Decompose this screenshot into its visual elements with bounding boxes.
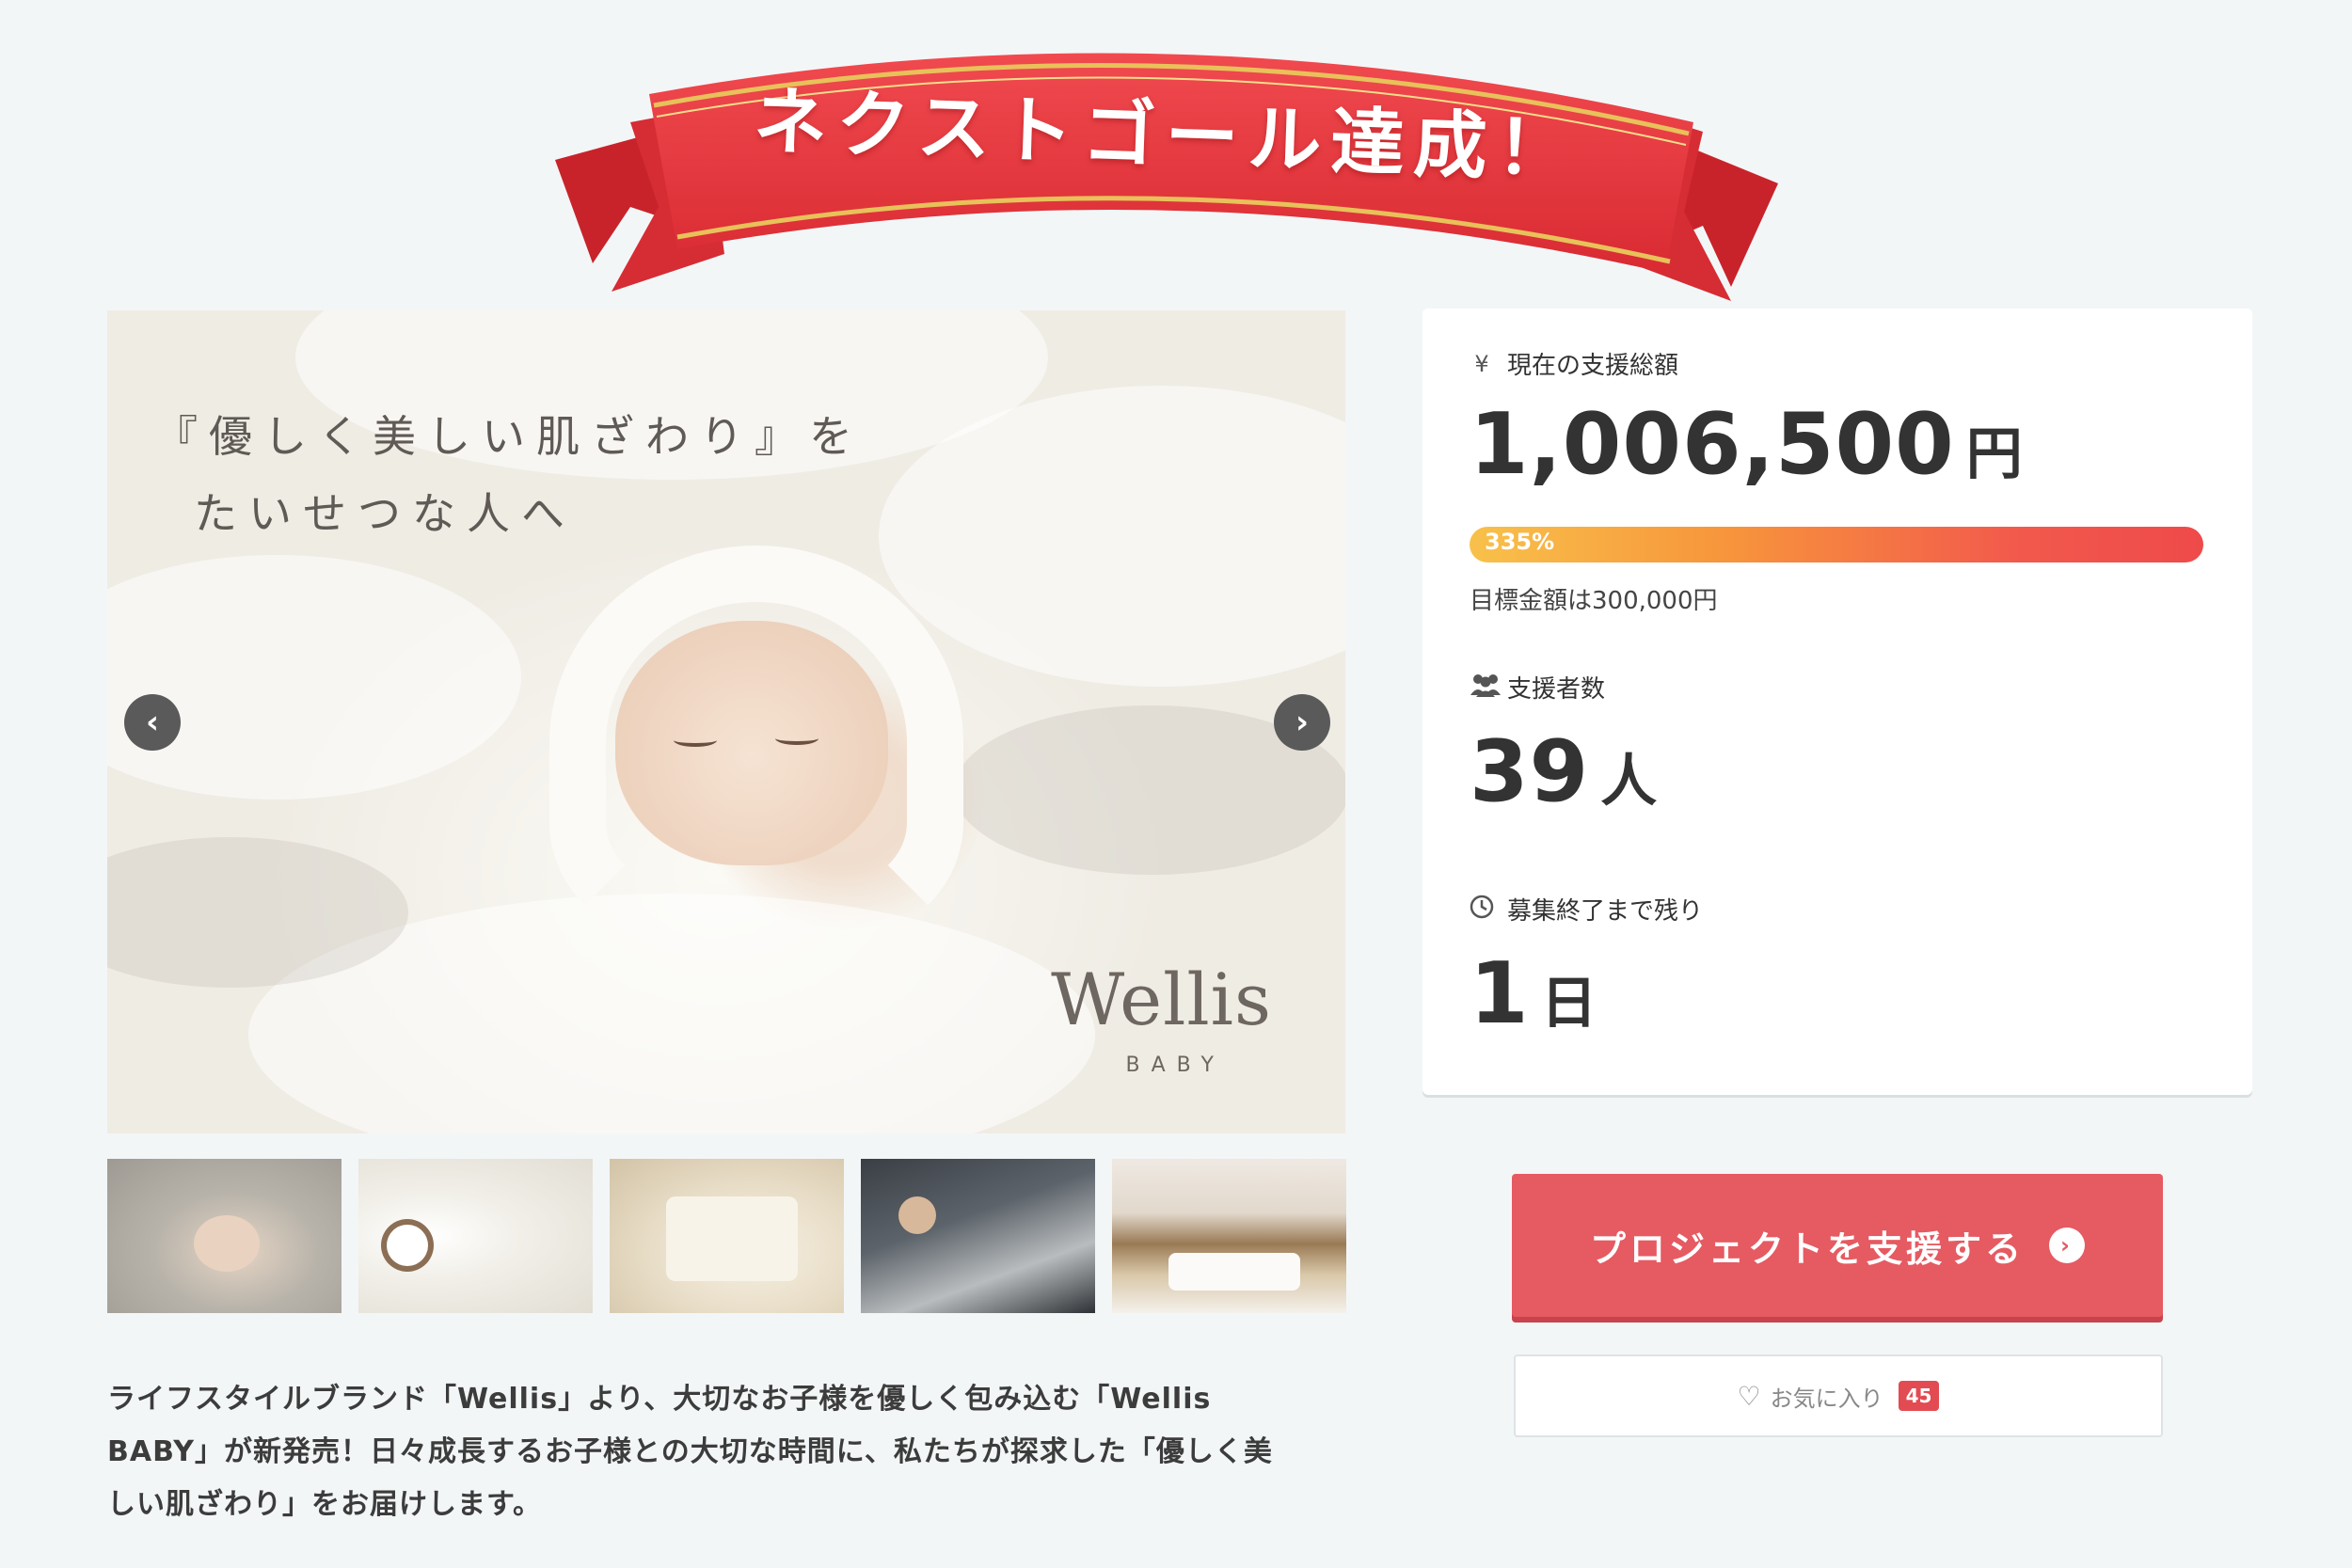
support-button-label: プロジェクトを支援する <box>1589 1227 2025 1270</box>
remaining-days: 1日 <box>1470 944 1597 1043</box>
supporters-value: 39 <box>1470 722 1590 821</box>
thumb-worker <box>898 1196 936 1234</box>
chevron-left-icon: ‹ <box>145 704 159 741</box>
total-amount-value: 1,006,500 <box>1470 395 1955 494</box>
next-slide-button[interactable]: › <box>1274 694 1330 751</box>
supporters-count: 39 人 <box>1470 722 1657 821</box>
remaining-unit: 日 <box>1540 971 1597 1037</box>
progress-bar: 335% <box>1470 527 2203 562</box>
total-amount-label-text: 現在の支援総額 <box>1507 352 1679 380</box>
description-line: しい肌ざわり」をお届けします。 <box>107 1488 542 1521</box>
heart-icon: ♡ <box>1737 1380 1761 1412</box>
favorite-label: お気に入り <box>1770 1385 1883 1412</box>
achievement-ribbon: ネクストゴール達成！ <box>536 19 1797 339</box>
brand-sub: BABY <box>1125 1053 1225 1077</box>
total-amount: 1,006,500 円 <box>1470 395 2023 494</box>
thumb-cotton <box>387 1225 428 1266</box>
description-line: BABY」が新発売！日々成長するお子様との大切な時間に、私たちが探求した「優しく… <box>107 1435 1273 1468</box>
thumbnail-strip <box>107 1159 1347 1313</box>
supporters-unit: 人 <box>1600 749 1658 815</box>
supporters-label: 支援者数 <box>1470 670 1605 705</box>
brand-logo: Wellis <box>1051 958 1272 1041</box>
total-amount-label: ¥ 現在の支援総額 <box>1470 346 1678 381</box>
favorite-count-badge: 45 <box>1898 1381 1940 1411</box>
thumbnail-1[interactable] <box>107 1159 342 1313</box>
project-description: ライフスタイルブランド「Wellis」より、大切なお子様を優しく包み込む「Wel… <box>107 1373 1349 1531</box>
thumbnail-5[interactable] <box>1112 1159 1346 1313</box>
towel-fold <box>107 555 521 800</box>
baby-eye <box>674 734 717 747</box>
clock-icon <box>1470 895 1494 925</box>
description-line: ライフスタイルブランド「Wellis」より、大切なお子様を優しく包み込む「Wel… <box>107 1383 1212 1416</box>
remaining-label-text: 募集終了まで残り <box>1507 897 1704 926</box>
thumb-towels <box>666 1196 798 1281</box>
support-project-button[interactable]: プロジェクトを支援する › <box>1512 1174 2163 1317</box>
remaining-value: 1 <box>1470 944 1530 1043</box>
total-amount-unit: 円 <box>1965 421 2023 487</box>
goal-amount: 目標金額は300,000円 <box>1470 587 1718 615</box>
progress-percent: 335% <box>1485 529 1555 555</box>
main-image[interactable]: 『優しく美しい肌ざわり』を たいせつな人へ Wellis BABY ‹ › <box>107 310 1345 1133</box>
remaining-label: 募集終了まで残り <box>1470 892 1703 927</box>
image-caption-line1: 『優しく美しい肌ざわり』を <box>154 411 864 462</box>
thumbnail-3[interactable] <box>610 1159 844 1313</box>
chevron-right-icon: › <box>1295 704 1309 741</box>
prev-slide-button[interactable]: ‹ <box>124 694 181 751</box>
favorite-button[interactable]: ♡ お気に入り 45 <box>1514 1354 2163 1437</box>
thumbnail-4[interactable] <box>861 1159 1095 1313</box>
baby-eye <box>775 732 818 745</box>
thumb-box <box>1168 1253 1300 1291</box>
stats-card: ¥ 現在の支援総額 1,006,500 円 335% 目標金額は300,000円 … <box>1422 309 2252 1095</box>
yen-icon: ¥ <box>1474 350 1489 377</box>
baby-face <box>615 621 888 865</box>
thumb-baby <box>194 1215 260 1272</box>
image-caption-line2: たいせつな人へ <box>194 488 576 539</box>
arrow-right-circle-icon: › <box>2049 1227 2085 1263</box>
people-icon <box>1470 673 1501 703</box>
thumbnail-2[interactable] <box>358 1159 593 1313</box>
supporters-label-text: 支援者数 <box>1507 675 1606 704</box>
